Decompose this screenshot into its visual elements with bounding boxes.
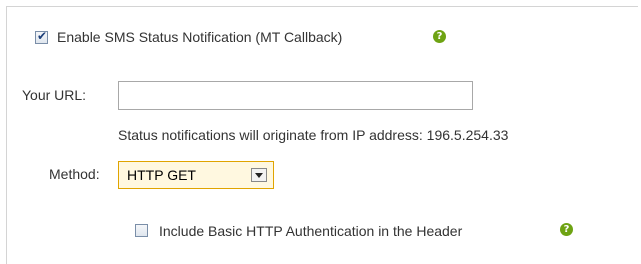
help-icon[interactable]: ? [433,30,446,43]
help-icon[interactable]: ? [560,223,573,236]
enable-sms-status-checkbox[interactable] [35,29,48,44]
enable-sms-status-label: Enable SMS Status Notification (MT Callb… [57,29,343,45]
basic-auth-label: Include Basic HTTP Authentication in the… [159,223,463,239]
chevron-down-icon[interactable] [251,168,267,182]
method-select[interactable]: HTTP GET [118,161,274,189]
url-label: Your URL: [22,87,87,103]
url-input[interactable] [118,81,473,110]
method-label: Method: [49,166,100,182]
ip-address-notice: Status notifications will originate from… [118,127,509,143]
method-select-value: HTTP GET [127,167,196,183]
basic-auth-checkbox[interactable] [135,224,148,237]
